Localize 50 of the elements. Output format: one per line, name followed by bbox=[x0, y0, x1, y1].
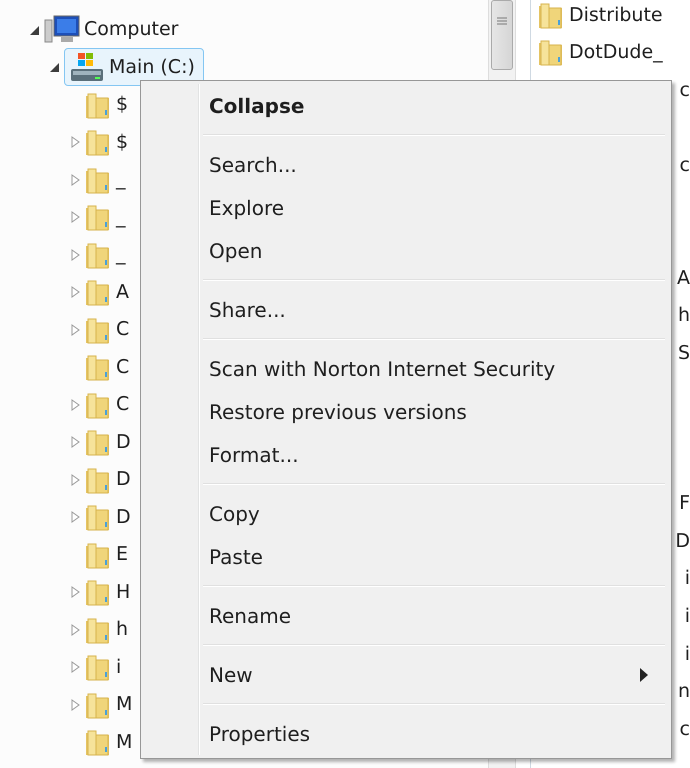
tree-item-label[interactable]: _ bbox=[112, 206, 130, 229]
tree-item-label[interactable]: D bbox=[112, 506, 135, 529]
file-name[interactable]: Distribute bbox=[569, 0, 663, 30]
tree-item-label[interactable]: C bbox=[112, 393, 134, 416]
tree-item-label[interactable]: A bbox=[112, 280, 133, 304]
tree-item-label[interactable]: C bbox=[112, 318, 134, 342]
menu-item[interactable]: Collapse bbox=[143, 84, 669, 127]
menu-item[interactable]: Restore previous versions bbox=[143, 390, 669, 433]
scrollbar-thumb[interactable] bbox=[491, 0, 513, 70]
tree-item-label[interactable]: Computer bbox=[80, 18, 182, 42]
file-name-fragment: c bbox=[680, 716, 690, 742]
tree-item-label[interactable]: M bbox=[112, 730, 136, 754]
file-name-fragment: F bbox=[679, 491, 690, 516]
tree-item[interactable]: Main (C:) bbox=[64, 48, 204, 86]
tree-item-label[interactable]: $ bbox=[112, 93, 132, 116]
drive-icon bbox=[69, 51, 105, 84]
tree-item-label[interactable]: D bbox=[112, 468, 135, 492]
submenu-arrow-icon bbox=[639, 667, 649, 683]
file-name-fragment: S bbox=[678, 340, 690, 366]
tree-item-label[interactable]: E bbox=[112, 543, 132, 566]
tree-item-label[interactable]: _ bbox=[112, 168, 130, 192]
tree-item-label[interactable]: $ bbox=[112, 130, 132, 154]
menu-item[interactable]: Format... bbox=[143, 433, 669, 476]
menu-item[interactable]: Properties bbox=[143, 712, 669, 755]
file-name-fragment: D bbox=[675, 528, 690, 554]
menu-item[interactable]: Scan with Norton Internet Security bbox=[143, 347, 669, 390]
menu-item[interactable]: New bbox=[143, 653, 669, 696]
menu-item[interactable]: Open bbox=[143, 229, 669, 272]
file-name-fragment: i bbox=[684, 604, 690, 630]
menu-item[interactable]: Share... bbox=[143, 288, 669, 331]
tree-item-label[interactable]: H bbox=[112, 580, 134, 604]
tree-item-label[interactable]: i bbox=[112, 656, 126, 679]
file-name-fragment: n bbox=[678, 679, 690, 704]
menu-item[interactable]: Rename bbox=[143, 594, 669, 637]
tree-item-label[interactable]: h bbox=[112, 618, 132, 642]
file-name[interactable]: DotDude_ bbox=[569, 38, 663, 67]
menu-item[interactable]: Search... bbox=[143, 143, 669, 186]
tree-item-label[interactable]: C bbox=[112, 356, 134, 379]
tree-item-label[interactable]: D bbox=[112, 430, 135, 454]
file-name-fragment: i bbox=[684, 566, 690, 592]
tree-item-label[interactable]: _ bbox=[112, 243, 130, 266]
menu-item[interactable]: Explore bbox=[143, 186, 669, 229]
file-name-fragment: c bbox=[680, 78, 690, 103]
file-name-fragment: i bbox=[684, 642, 690, 667]
file-name-fragment: A bbox=[677, 266, 690, 291]
menu-item[interactable]: Paste bbox=[143, 535, 669, 578]
tree-item-label[interactable]: M bbox=[112, 693, 136, 716]
file-name-fragment: h bbox=[678, 303, 690, 328]
file-name-fragment: c bbox=[680, 152, 690, 178]
menu-item[interactable]: Copy bbox=[143, 492, 669, 535]
